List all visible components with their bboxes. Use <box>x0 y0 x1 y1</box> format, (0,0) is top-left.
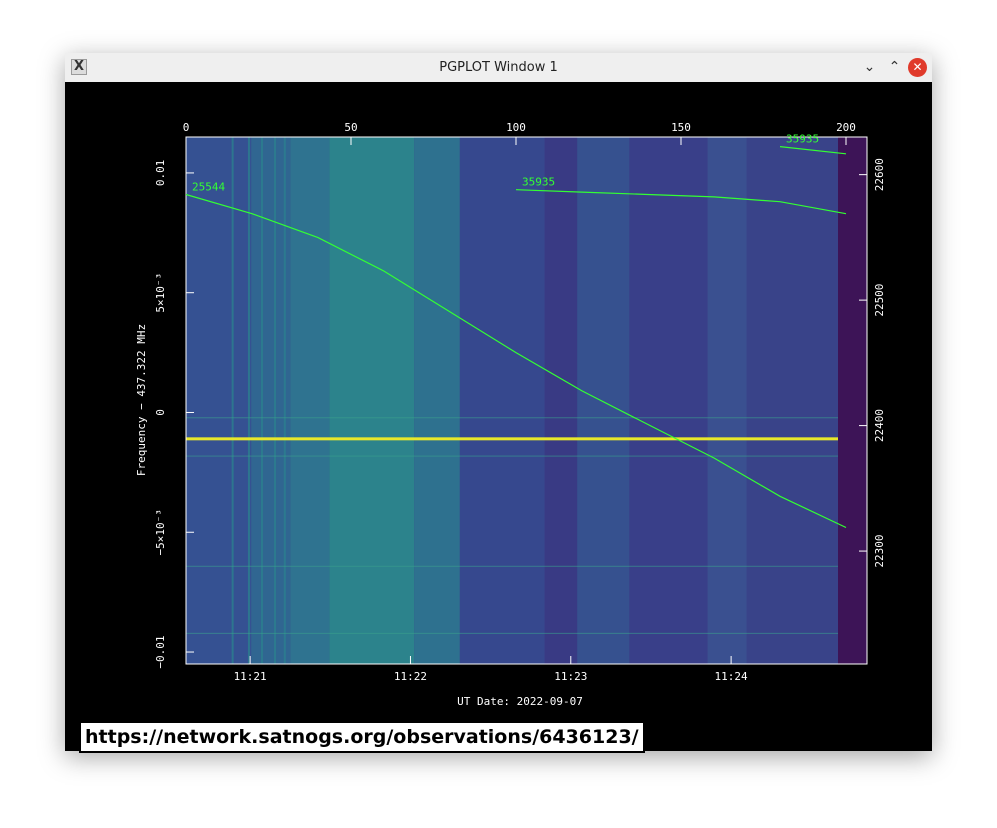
x-axis-tick-label: 11:23 <box>554 670 587 683</box>
observation-url[interactable]: https://network.satnogs.org/observations… <box>79 721 645 753</box>
heatmap-faint-line <box>186 455 838 457</box>
x-axis-label: UT Date: 2022-09-07 <box>457 695 583 708</box>
pgplot-window: X PGPLOT Window 1 ⌄ ⌃ ✕ 0 50 100 150 200 11:2… <box>65 53 932 753</box>
heatmap-band <box>577 137 630 664</box>
right-axis-tick-label: 22300 <box>873 535 886 568</box>
x-axis-tick-label: 11:24 <box>715 670 748 683</box>
heatmap-band <box>459 137 545 664</box>
heatmap-band <box>186 137 252 664</box>
y-axis-tick-label: 0 <box>154 409 167 416</box>
top-axis-tick-label: 0 <box>183 121 190 134</box>
y-axis-tick-label: 0.01 <box>154 160 167 187</box>
waterfall-chart: 0 50 100 150 200 11:21 11:22 11:23 11:24 0.01 5×10… <box>135 121 886 708</box>
heatmap-band <box>629 137 708 664</box>
y-axis-label: Frequency − 437.322 MHz <box>135 324 148 476</box>
heatmap-faint-line <box>186 632 838 634</box>
right-axis-tick-label: 22400 <box>873 409 886 442</box>
heatmap-stripe <box>231 137 234 664</box>
heatmap-stripe <box>260 137 263 664</box>
y-axis-tick-label: −5×10⁻³ <box>154 509 167 555</box>
right-axis-tick-label: 22600 <box>873 158 886 191</box>
x-axis-tick-label: 11:22 <box>394 670 427 683</box>
heatmap-stripe <box>247 137 250 664</box>
heatmap-band <box>414 137 460 664</box>
top-axis-tick-label: 50 <box>344 121 357 134</box>
heatmap-band <box>746 137 838 664</box>
top-axis-tick-label: 100 <box>506 121 526 134</box>
heatmap-band <box>290 137 330 664</box>
minimize-button[interactable]: ⌄ <box>860 58 879 77</box>
top-axis-tick-label: 200 <box>836 121 856 134</box>
y-axis-tick-label: −0.01 <box>154 635 167 668</box>
heatmap-band <box>329 137 415 664</box>
heatmap-faint-line <box>186 565 838 567</box>
heatmap-empty-column <box>838 137 867 664</box>
heatmap-stripe <box>283 137 286 664</box>
heatmap-stripe <box>274 137 277 664</box>
maximize-button[interactable]: ⌃ <box>885 58 904 77</box>
carrier-signal <box>186 437 838 441</box>
heatmap-faint-line <box>186 417 838 419</box>
close-button[interactable]: ✕ <box>908 58 927 77</box>
y-axis-tick-label: 5×10⁻³ <box>154 273 167 313</box>
right-axis-tick-label: 22500 <box>873 284 886 317</box>
x-axis-tick-label: 11:21 <box>234 670 267 683</box>
plot-area: 0 50 100 150 200 11:21 11:22 11:23 11:24 0.01 5×10… <box>65 82 932 751</box>
top-axis-tick-label: 150 <box>671 121 691 134</box>
heatmap-band <box>544 137 578 664</box>
waterfall-heatmap <box>186 137 867 664</box>
heatmap-band <box>707 137 747 664</box>
satellite-track-label: 35935 <box>786 133 819 146</box>
satellite-track-label: 35935 <box>522 176 555 189</box>
satellite-track-label: 25544 <box>192 180 225 193</box>
title-bar[interactable]: X PGPLOT Window 1 ⌄ ⌃ ✕ <box>65 53 932 83</box>
window-title: PGPLOT Window 1 <box>439 60 558 75</box>
